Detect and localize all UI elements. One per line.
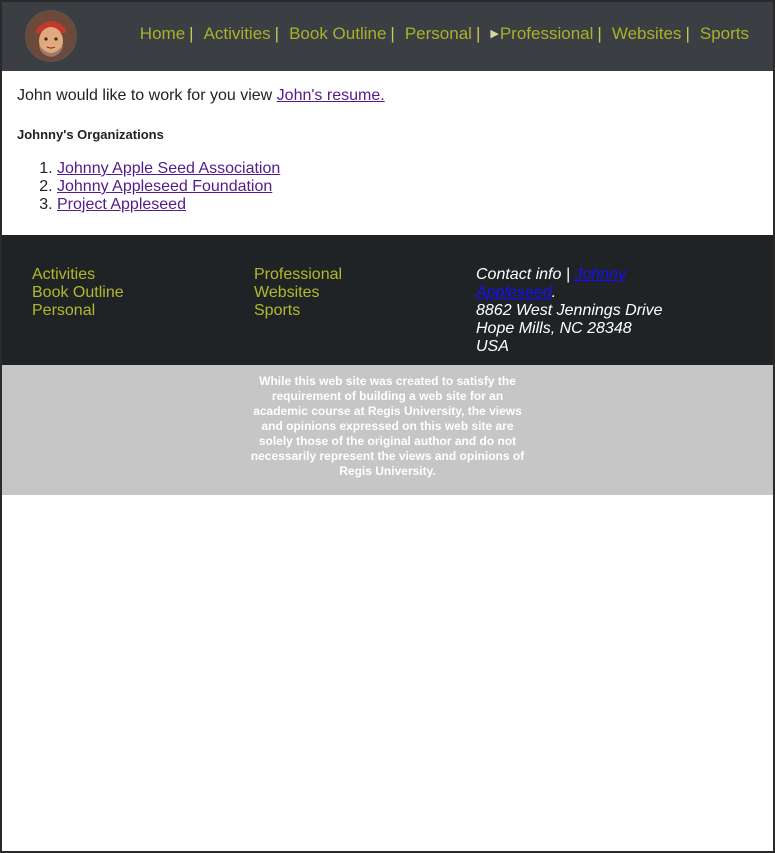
organization-link[interactable]: Project Appleseed [57,196,186,213]
main-content: John would like to work for you view Joh… [2,71,773,214]
list-item: Johnny Appleseed Foundation [57,178,758,196]
nav-sports-link[interactable]: Sports [700,24,749,44]
intro-text: John would like to work for you view [17,87,277,104]
nav-separator: | [274,24,280,43]
address-line-3: USA [476,338,509,355]
avatar[interactable] [25,10,77,62]
footer-book-outline-link[interactable]: Book Outline [32,284,124,302]
organization-link[interactable]: Johnny Appleseed Foundation [57,178,272,195]
footer-links-column-1: Activities Book Outline Personal [32,266,124,320]
page-frame: Home | Activities | Book Outline | Perso… [0,0,775,853]
nav-separator: | [189,24,194,43]
list-item: Johnny Apple Seed Association [57,160,758,178]
contact-link-suffix: . [551,284,557,301]
intro-paragraph: John would like to work for you view Joh… [17,87,758,105]
site-footer: Activities Book Outline Personal Profess… [2,235,773,365]
nav-personal-link[interactable]: Personal [405,24,472,44]
footer-sports-link[interactable]: Sports [254,302,342,320]
nav-websites-link[interactable]: Websites [612,24,682,44]
list-item: Project Appleseed [57,196,758,214]
nav-activities-link[interactable]: Activities [204,24,271,44]
nav-separator: | [597,24,602,43]
avatar-portrait-icon [26,11,76,61]
nav-home-link[interactable]: Home [140,24,185,44]
organizations-list: Johnny Apple Seed Association Johnny App… [17,160,758,214]
footer-personal-link[interactable]: Personal [32,302,124,320]
current-page-arrow-icon: ▶ [490,28,499,40]
address-line-1: 8862 West Jennings Drive [476,302,663,319]
nav-book-outline-link[interactable]: Book Outline [289,24,386,44]
address-line-2: Hope Mills, NC 28348 [476,320,632,337]
nav-separator: | [390,24,395,43]
nav-separator: | [475,24,481,43]
site-header: Home | Activities | Book Outline | Perso… [2,0,773,71]
footer-professional-link[interactable]: Professional [254,266,342,284]
organization-link[interactable]: Johnny Apple Seed Association [57,160,280,177]
main-nav: Home | Activities | Book Outline | Perso… [140,24,749,44]
footer-websites-link[interactable]: Websites [254,284,342,302]
nav-separator: | [685,24,690,43]
footer-activities-link[interactable]: Activities [32,266,124,284]
disclaimer-section: While this web site was created to satis… [2,365,773,495]
footer-links-column-2: Professional Websites Sports [254,266,342,320]
resume-link[interactable]: John's resume. [277,87,385,104]
nav-professional-link[interactable]: Professional [500,24,594,44]
contact-info: Contact info | Johnny Appleseed. 8862 We… [476,266,676,356]
disclaimer-text: While this web site was created to satis… [250,374,525,478]
contact-label: Contact info | [476,266,575,283]
organizations-heading: Johnny's Organizations [17,127,164,142]
